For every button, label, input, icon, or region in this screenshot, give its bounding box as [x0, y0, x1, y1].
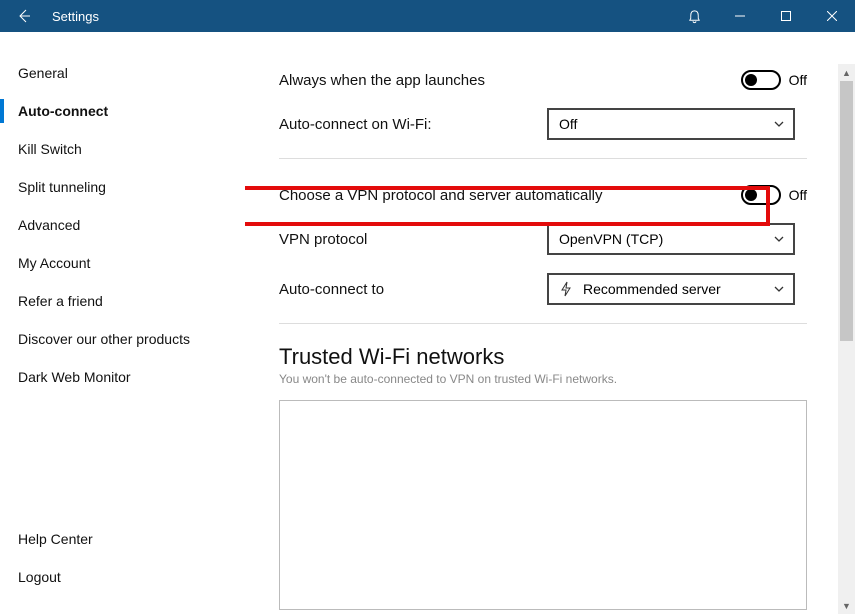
select-value: OpenVPN (TCP) — [559, 231, 773, 247]
bell-icon — [687, 9, 702, 24]
sidebar-item-label: Refer a friend — [18, 293, 103, 309]
sidebar-item-label: Discover our other products — [18, 331, 190, 347]
label-auto-protocol: Choose a VPN protocol and server automat… — [279, 187, 741, 204]
titlebar: Settings — [0, 0, 855, 32]
sidebar-item-label: Auto-connect — [18, 103, 108, 119]
sidebar-item-label: Help Center — [18, 531, 93, 547]
toggle-auto-protocol[interactable]: Off — [741, 185, 807, 205]
sidebar-item-auto-connect[interactable]: Auto-connect — [0, 92, 245, 130]
sidebar-item-label: Kill Switch — [18, 141, 82, 157]
row-auto-connect-wifi: Auto-connect on Wi-Fi: Off — [279, 102, 807, 146]
row-always-launch: Always when the app launches Off — [279, 58, 807, 102]
maximize-button[interactable] — [763, 0, 809, 32]
row-vpn-protocol: VPN protocol OpenVPN (TCP) — [279, 217, 807, 261]
sidebar-item-dark-web-monitor[interactable]: Dark Web Monitor — [0, 358, 245, 396]
lightning-icon — [559, 281, 573, 297]
scrollbar[interactable]: ▲ ▼ — [838, 64, 855, 614]
close-button[interactable] — [809, 0, 855, 32]
sidebar-item-discover-products[interactable]: Discover our other products — [0, 320, 245, 358]
sidebar-item-help-center[interactable]: Help Center — [0, 520, 245, 558]
sidebar-item-advanced[interactable]: Advanced — [0, 206, 245, 244]
row-auto-protocol: Choose a VPN protocol and server automat… — [279, 173, 807, 217]
select-value: Recommended server — [583, 281, 773, 297]
scrollbar-thumb[interactable] — [840, 81, 853, 341]
scroll-down-icon[interactable]: ▼ — [838, 597, 855, 614]
scroll-up-icon[interactable]: ▲ — [838, 64, 855, 81]
sidebar-item-logout[interactable]: Logout — [0, 558, 245, 596]
toggle-knob — [745, 189, 757, 201]
content-pane: Always when the app launches Off Auto-co… — [245, 32, 855, 614]
chevron-down-icon — [773, 118, 785, 130]
separator — [279, 158, 807, 159]
back-button[interactable] — [0, 0, 48, 32]
sidebar: General Auto-connect Kill Switch Split t… — [0, 32, 245, 614]
toggle-track — [741, 185, 781, 205]
sidebar-item-label: Advanced — [18, 217, 80, 233]
toggle-always-launch[interactable]: Off — [741, 70, 807, 90]
sidebar-item-label: My Account — [18, 255, 90, 271]
label-vpn-protocol: VPN protocol — [279, 231, 547, 248]
section-subtitle-trusted-wifi: You won't be auto-connected to VPN on tr… — [279, 372, 807, 386]
label-always-launch: Always when the app launches — [279, 72, 741, 89]
sidebar-item-refer-friend[interactable]: Refer a friend — [0, 282, 245, 320]
section-title-trusted-wifi: Trusted Wi-Fi networks — [279, 344, 807, 370]
separator — [279, 323, 807, 324]
toggle-track — [741, 70, 781, 90]
select-auto-connect-to[interactable]: Recommended server — [547, 273, 795, 305]
chevron-down-icon — [773, 283, 785, 295]
minimize-button[interactable] — [717, 0, 763, 32]
maximize-icon — [781, 11, 791, 21]
chevron-down-icon — [773, 233, 785, 245]
sidebar-item-label: General — [18, 65, 68, 81]
select-vpn-protocol[interactable]: OpenVPN (TCP) — [547, 223, 795, 255]
select-value: Off — [559, 116, 773, 132]
toggle-state-label: Off — [789, 187, 807, 203]
window-title: Settings — [48, 9, 99, 24]
label-auto-connect-wifi: Auto-connect on Wi-Fi: — [279, 116, 547, 133]
sidebar-item-split-tunneling[interactable]: Split tunneling — [0, 168, 245, 206]
minimize-icon — [735, 11, 745, 21]
select-auto-connect-wifi[interactable]: Off — [547, 108, 795, 140]
notifications-button[interactable] — [671, 0, 717, 32]
label-auto-connect-to: Auto-connect to — [279, 281, 547, 298]
sidebar-item-kill-switch[interactable]: Kill Switch — [0, 130, 245, 168]
sidebar-item-label: Split tunneling — [18, 179, 106, 195]
trusted-wifi-list[interactable] — [279, 400, 807, 610]
toggle-knob — [745, 74, 757, 86]
sidebar-item-general[interactable]: General — [0, 54, 245, 92]
sidebar-item-label: Dark Web Monitor — [18, 369, 131, 385]
sidebar-item-my-account[interactable]: My Account — [0, 244, 245, 282]
sidebar-item-label: Logout — [18, 569, 61, 585]
toggle-state-label: Off — [789, 72, 807, 88]
close-icon — [827, 11, 837, 21]
row-auto-connect-to: Auto-connect to Recommended server — [279, 267, 807, 311]
arrow-left-icon — [16, 8, 32, 24]
